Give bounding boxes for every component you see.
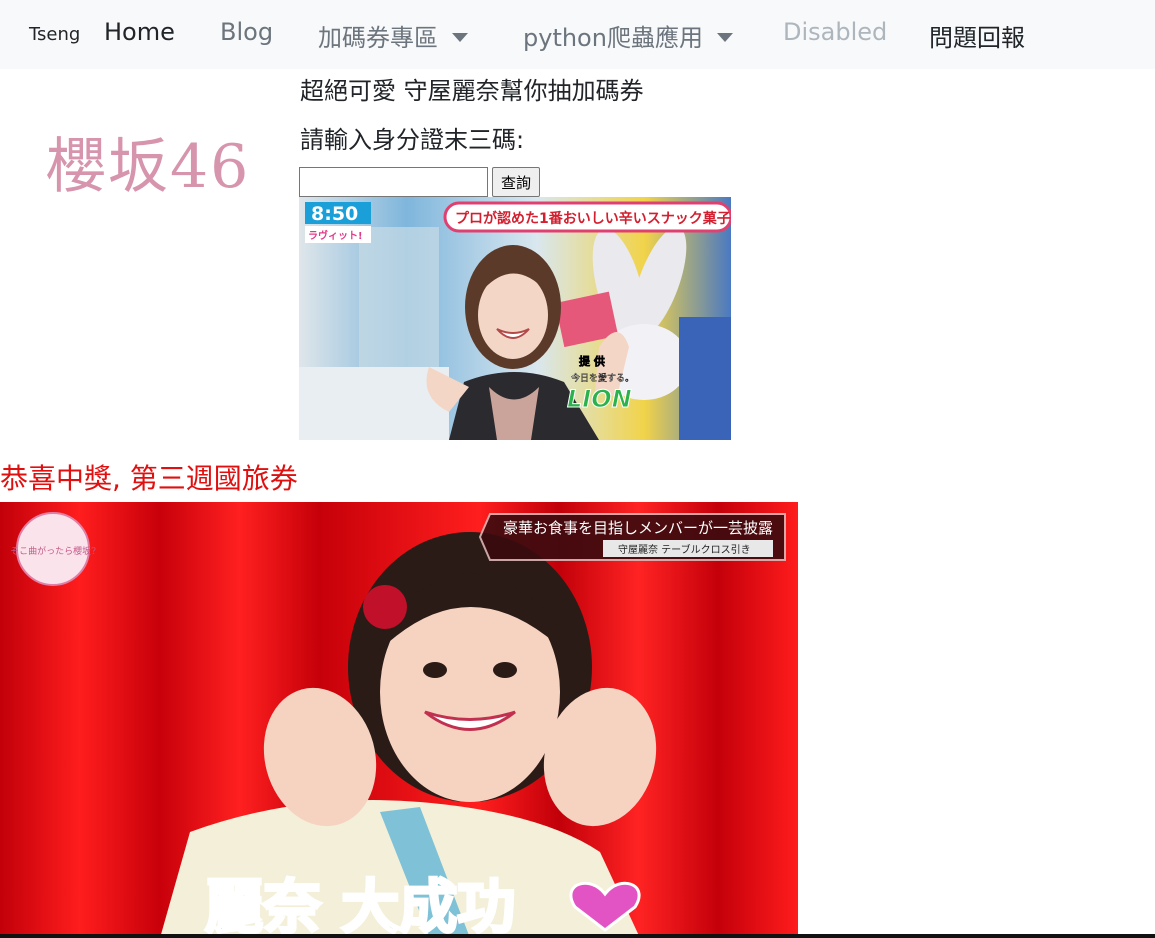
winner-photo-curtain: そこ曲がったら櫻坂? 豪華お食事を目指しメンバーが一芸披露 守屋麗奈 テーブルク… [0,502,798,938]
caret-down-icon [452,32,468,42]
nav-item-report[interactable]: 問題回報 [929,18,1025,53]
sakurazaka46-logo: 櫻坂46 [46,132,251,202]
page-bottom-border [0,934,1155,938]
episode-subcaption: 守屋麗奈 テーブルクロス引き [618,543,751,556]
lottery-result: 恭喜中獎, 第三週國旅券 [0,462,298,495]
sponsor-logo: LION [567,385,632,413]
query-button[interactable]: 查詢 [492,167,540,197]
nav-dropdown-coupon[interactable]: 加碼券專區 [318,18,468,53]
navbar-brand[interactable]: Tseng [29,24,80,45]
nav-item-blog[interactable]: Blog [220,18,273,46]
nav-item-home[interactable]: Home [104,18,175,46]
sponsor-label: 提 供 [579,354,605,368]
page-headline: 超絕可愛 守屋麗奈幫你抽加碼券 [300,77,644,105]
id-prompt-label: 請輸入身分證末三碼: [300,126,525,154]
nav-dropdown-python[interactable]: python爬蟲應用 [523,18,733,53]
nav-dropdown-python-label: python爬蟲應用 [523,24,703,52]
show-seal: そこ曲がったら櫻坂? [10,545,96,557]
clock-readout: 8:50 [311,203,358,225]
navbar: Tseng Home Blog 加碼券專區 python爬蟲應用 Disable… [0,0,1155,69]
nav-item-disabled: Disabled [783,18,888,46]
episode-caption: 豪華お食事を目指しメンバーが一芸披露 [503,519,773,537]
show-name: ラヴィット! [308,229,363,242]
nav-dropdown-coupon-label: 加碼券專區 [318,24,438,52]
success-overlay: 麗奈 大成功 [205,873,515,938]
id-last-three-input[interactable] [299,167,488,197]
caret-down-icon [716,32,733,42]
promo-photo-studio: 8:50 ラヴィット! プロが認めた1番おいしい辛いスナック菓子は? 提 供 今… [299,197,731,440]
program-banner: プロが認めた1番おいしい辛いスナック菓子は? [455,210,731,227]
sponsor-tagline: 今日を愛する。 [571,372,634,384]
